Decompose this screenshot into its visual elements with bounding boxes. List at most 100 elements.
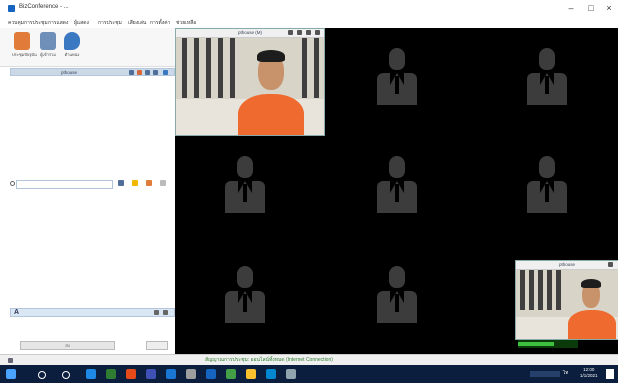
menu-item[interactable]: การแสดง	[48, 19, 68, 27]
participant-placeholder-icon	[527, 156, 567, 216]
app-icon[interactable]	[246, 369, 256, 379]
send-button[interactable]: ส่ง	[20, 341, 115, 350]
window-blind	[556, 270, 561, 310]
window-title: BizConference - ...	[19, 4, 69, 10]
window-blind	[218, 38, 223, 98]
video-tile-self[interactable]: pthouse	[515, 260, 618, 340]
menu-item[interactable]: ช่วยเหลือ	[176, 19, 196, 27]
title-bar: BizConference - ... – □ ×	[0, 0, 618, 18]
menu-item[interactable]: ควบคุมการประชุม	[8, 19, 48, 27]
toolbar: ประชุมปัจจุบัน ผู้เข้าร่วม ตำแหน่ง	[0, 28, 175, 67]
participant-placeholder-icon	[377, 48, 417, 108]
font-icon[interactable]: A	[14, 309, 19, 317]
close-icon[interactable]	[315, 30, 320, 35]
chat-toolbar: A	[10, 308, 175, 317]
window-blind	[194, 38, 199, 98]
location-pin-icon	[64, 32, 80, 50]
video-feed	[176, 38, 324, 135]
window-blind	[314, 38, 319, 98]
mic-icon[interactable]	[129, 70, 134, 75]
menu-item[interactable]: เสียงเล่น	[128, 19, 146, 27]
clock[interactable]: 12:00 1/1/2021	[580, 367, 598, 379]
app-icon[interactable]	[126, 369, 136, 379]
language-indicator[interactable]: ไท	[563, 369, 568, 376]
mic-icon[interactable]	[288, 30, 293, 35]
video-grid: pthouse (M) pthouse	[175, 28, 618, 354]
person-hair	[257, 50, 285, 62]
emoji-icon[interactable]	[154, 310, 159, 315]
send-row: ส่ง	[10, 340, 175, 352]
window-blind	[520, 270, 525, 310]
settings-icon[interactable]	[163, 70, 168, 75]
app-icon[interactable]	[266, 369, 276, 379]
close-button[interactable]: ×	[601, 2, 617, 15]
audio-level-fill	[518, 342, 554, 346]
fullscreen-icon[interactable]	[306, 30, 311, 35]
app-logo-icon	[8, 5, 15, 12]
star-icon[interactable]	[132, 180, 138, 186]
edge-icon[interactable]	[86, 369, 96, 379]
window-blind	[529, 270, 534, 310]
window-blind	[230, 38, 235, 98]
participant-panel-header: pthouse	[10, 68, 175, 76]
app-icon[interactable]	[106, 369, 116, 379]
menu-bar: ควบคุมการประชุม การแสดง ผู้แสดง การประชุ…	[0, 18, 618, 28]
person-shirt	[568, 310, 616, 339]
chat-icon[interactable]	[153, 70, 158, 75]
window-blind	[182, 38, 187, 98]
camera-icon[interactable]	[145, 70, 150, 75]
toolbar-label: ประชุมปัจจุบัน	[12, 52, 37, 57]
cortana-icon[interactable]	[62, 371, 70, 379]
window-blind	[302, 38, 307, 98]
windows-start-icon[interactable]	[6, 369, 16, 379]
connection-status: สัญญาณการประชุม: ออนไลน์ทั้งหมด (Interne…	[205, 357, 333, 363]
camera-icon[interactable]	[297, 30, 302, 35]
toolbar-label: ตำแหน่ง	[64, 52, 80, 57]
left-panel: ประชุมปัจจุบัน ผู้เข้าร่วม ตำแหน่ง pthou…	[0, 28, 176, 354]
toolbar-button-location[interactable]: ตำแหน่ง	[62, 32, 82, 58]
app-icon[interactable]	[286, 369, 296, 379]
app-icon[interactable]	[186, 369, 196, 379]
minimize-button[interactable]: –	[563, 2, 579, 15]
app-icon[interactable]	[146, 369, 156, 379]
window-blind	[538, 270, 543, 310]
video-feed	[516, 270, 618, 339]
search-row	[10, 180, 175, 189]
system-tray[interactable]	[530, 371, 560, 377]
app-icon[interactable]	[166, 369, 176, 379]
participant-panel-title: pthouse	[61, 70, 78, 75]
participant-placeholder-icon	[225, 266, 265, 326]
toolbar-button-current[interactable]: ประชุมปัจจุบัน	[12, 32, 37, 58]
menu-item[interactable]: การประชุม	[98, 19, 122, 27]
search-input[interactable]	[16, 180, 113, 189]
window-blind	[547, 270, 552, 310]
video-tile-main[interactable]: pthouse (M)	[175, 28, 325, 136]
app-icon[interactable]	[206, 369, 216, 379]
maximize-button[interactable]: □	[583, 2, 599, 15]
video-tile-label: pthouse	[558, 262, 575, 267]
hand-icon[interactable]	[137, 70, 142, 75]
app-icon[interactable]	[226, 369, 236, 379]
image-icon[interactable]	[163, 310, 168, 315]
person-shirt	[238, 94, 304, 135]
notification-icon[interactable]	[606, 369, 614, 379]
menu-item[interactable]: ผู้แสดง	[74, 19, 89, 27]
participant-placeholder-icon	[225, 156, 265, 216]
user-add-icon[interactable]	[118, 180, 124, 186]
audio-level-meter	[518, 340, 578, 348]
chevron-right-icon[interactable]	[160, 180, 166, 186]
video-tile-header: pthouse (M)	[176, 29, 324, 38]
toolbar-label: ผู้เข้าร่วม	[40, 52, 56, 57]
participant-placeholder-icon	[527, 48, 567, 108]
clock-date: 1/1/2021	[580, 373, 598, 378]
attach-button[interactable]	[146, 341, 168, 350]
hand-icon[interactable]	[146, 180, 152, 186]
taskbar: ไท 12:00 1/1/2021	[0, 365, 618, 383]
menu-item[interactable]: การตั้งค่า	[150, 19, 170, 27]
toolbar-button-participants[interactable]: ผู้เข้าร่วม	[38, 32, 58, 58]
close-icon[interactable]	[608, 262, 613, 267]
hand-icon	[14, 32, 30, 50]
participant-placeholder-icon	[377, 156, 417, 216]
status-icon	[8, 358, 13, 363]
search-icon[interactable]	[38, 371, 46, 379]
